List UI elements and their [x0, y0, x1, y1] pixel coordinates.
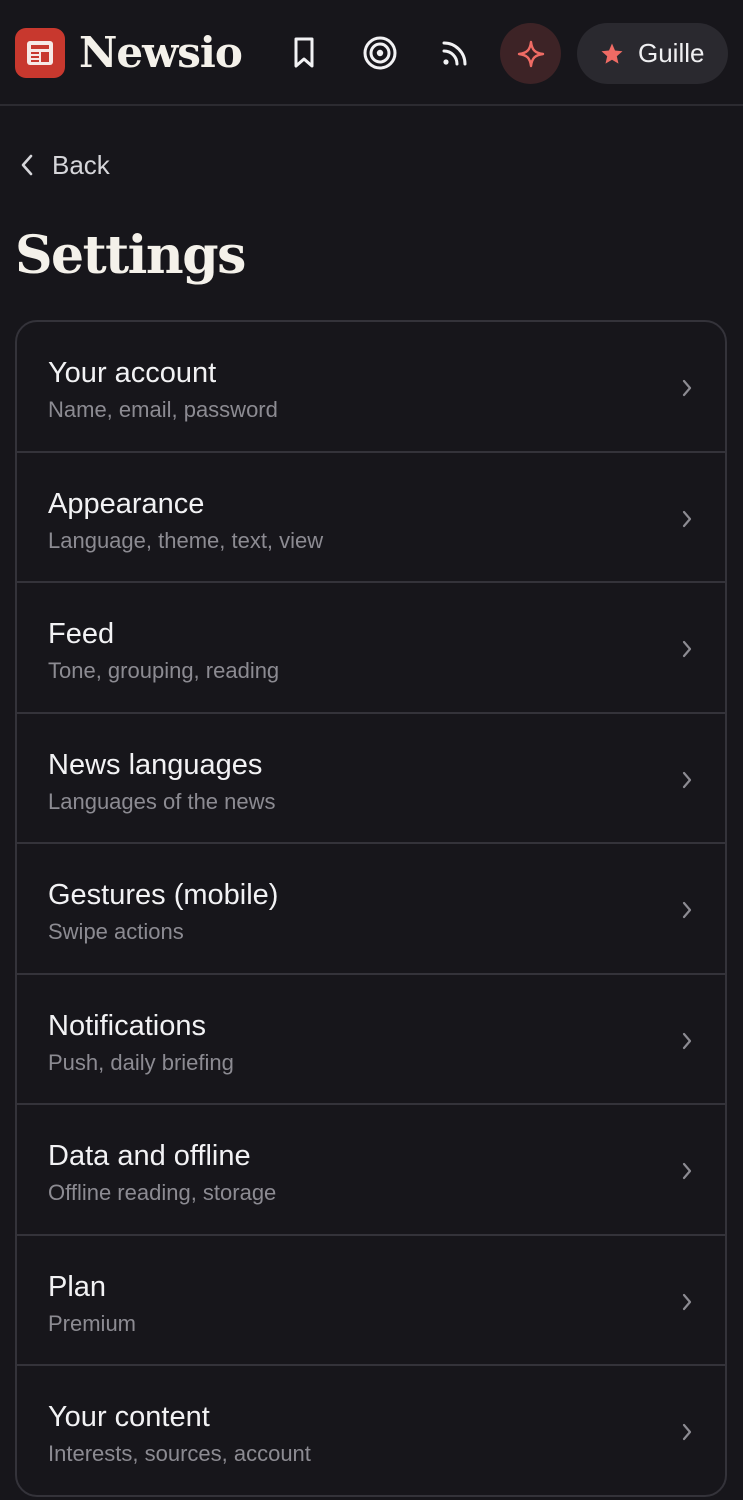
settings-item-subtitle: Interests, sources, account [48, 1441, 311, 1466]
chevron-right-icon [677, 1160, 697, 1182]
settings-item-title: Your account [48, 357, 217, 389]
back-button[interactable]: Back [20, 143, 110, 187]
settings-item-feed[interactable]: Feed Tone, grouping, reading [17, 583, 725, 714]
settings-item-subtitle: Languages of the news [48, 788, 276, 814]
settings-item-subtitle: Swipe actions [48, 919, 184, 944]
settings-item-subtitle: Premium [48, 1310, 137, 1336]
settings-item-title: News languages [48, 748, 263, 781]
settings-item-subtitle: Name, email, password [48, 397, 278, 422]
chevron-right-icon [677, 1291, 697, 1313]
bookmark-icon[interactable] [279, 28, 329, 78]
star-icon [600, 42, 624, 66]
settings-item-news-languages[interactable]: News languages Languages of the news [17, 714, 725, 844]
user-menu-button[interactable]: Guille [577, 23, 728, 84]
page-title: Settings [15, 225, 246, 286]
chevron-right-icon [677, 899, 697, 921]
settings-item-your-content[interactable]: Your content Interests, sources, account [17, 1366, 725, 1495]
settings-item-title: Feed [48, 618, 115, 650]
settings-item-appearance[interactable]: Appearance Language, theme, text, view [17, 453, 725, 583]
settings-item-notifications[interactable]: Notifications Push, daily briefing [17, 975, 725, 1105]
settings-item-data-offline[interactable]: Data and offline Offline reading, storag… [17, 1105, 725, 1236]
rss-icon[interactable] [430, 28, 480, 78]
newspaper-logo-icon[interactable] [15, 28, 65, 78]
sparkle-icon [517, 40, 545, 68]
chevron-right-icon [677, 508, 697, 530]
chevron-right-icon [677, 377, 697, 399]
brand-name[interactable]: Newsio [79, 24, 243, 82]
user-name: Guille [638, 38, 705, 68]
settings-item-title: Your content [48, 1401, 210, 1433]
settings-item-subtitle: Push, daily briefing [48, 1049, 234, 1075]
back-label: Back [52, 149, 110, 180]
settings-list: Your account Name, email, password Appea… [15, 320, 727, 1497]
settings-item-title: Plan [48, 1270, 107, 1303]
settings-item-gestures[interactable]: Gestures (mobile) Swipe actions [17, 844, 725, 975]
settings-item-title: Notifications [48, 1009, 206, 1042]
settings-item-your-account[interactable]: Your account Name, email, password [17, 322, 725, 453]
settings-item-subtitle: Offline reading, storage [48, 1180, 277, 1205]
settings-item-plan[interactable]: Plan Premium [17, 1236, 725, 1366]
settings-screen: Newsio Guille Back Settings Your account… [0, 0, 743, 1500]
chevron-left-icon [20, 153, 34, 177]
chevron-right-icon [677, 1421, 697, 1443]
settings-item-title: Data and offline [48, 1140, 251, 1172]
target-icon[interactable] [355, 28, 405, 78]
settings-item-subtitle: Language, theme, text, view [48, 527, 324, 553]
settings-item-subtitle: Tone, grouping, reading [48, 658, 280, 683]
chevron-right-icon [677, 1030, 697, 1052]
chevron-right-icon [677, 638, 697, 660]
ai-assistant-button[interactable] [500, 23, 561, 84]
settings-item-title: Appearance [48, 487, 205, 520]
top-bar: Newsio Guille [0, 0, 743, 106]
settings-item-title: Gestures (mobile) [48, 879, 279, 911]
chevron-right-icon [677, 769, 697, 791]
